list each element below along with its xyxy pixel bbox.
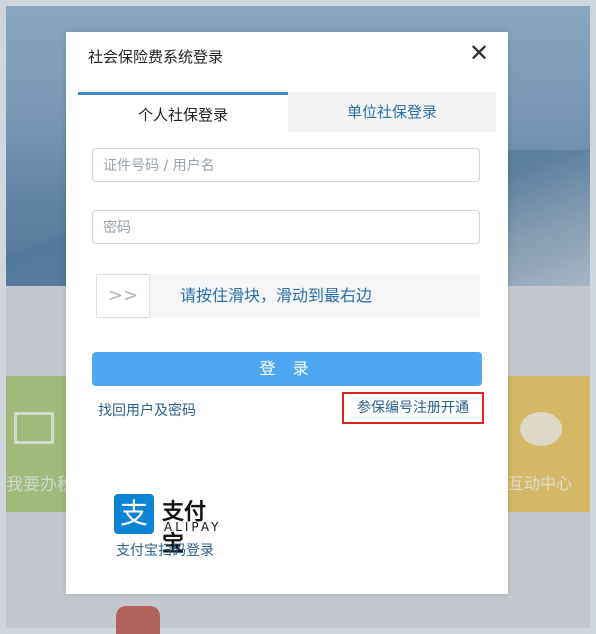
username-input[interactable]: 证件号码 / 用户名 [92, 148, 480, 182]
register-link[interactable]: 参保编号注册开通 [342, 392, 484, 424]
login-tabs: 个人社保登录 单位社保登录 [78, 92, 498, 132]
login-button[interactable]: 登 录 [92, 352, 482, 386]
password-input[interactable]: 密码 [92, 210, 480, 244]
screenshot-frame: 我要办税 互动中心 社会保险费系统登录 ✕ 个人社保登录 单位社保登录 证件号码… [0, 0, 596, 634]
alipay-scan-login-link[interactable]: 支付宝扫码登录 [116, 540, 214, 560]
tab-unit-login[interactable]: 单位社保登录 [288, 92, 496, 132]
slider-prompt: 请按住滑块，滑动到最右边 [180, 286, 373, 305]
login-dialog: 社会保险费系统登录 ✕ 个人社保登录 单位社保登录 证件号码 / 用户名 密码 … [66, 32, 508, 594]
dialog-title: 社会保险费系统登录 [88, 48, 224, 66]
alipay-name-en: ALIPAY [164, 520, 222, 534]
slider-captcha[interactable]: >> 请按住滑块，滑动到最右边 [96, 274, 480, 318]
close-icon[interactable]: ✕ [468, 41, 490, 65]
alipay-icon: 支 [114, 494, 154, 534]
alipay-logo[interactable]: 支 支付宝 ALIPAY [114, 494, 219, 557]
forgot-account-link[interactable]: 找回用户及密码 [98, 400, 196, 420]
tab-personal-login[interactable]: 个人社保登录 [78, 92, 288, 132]
slider-handle[interactable]: >> [96, 274, 150, 318]
